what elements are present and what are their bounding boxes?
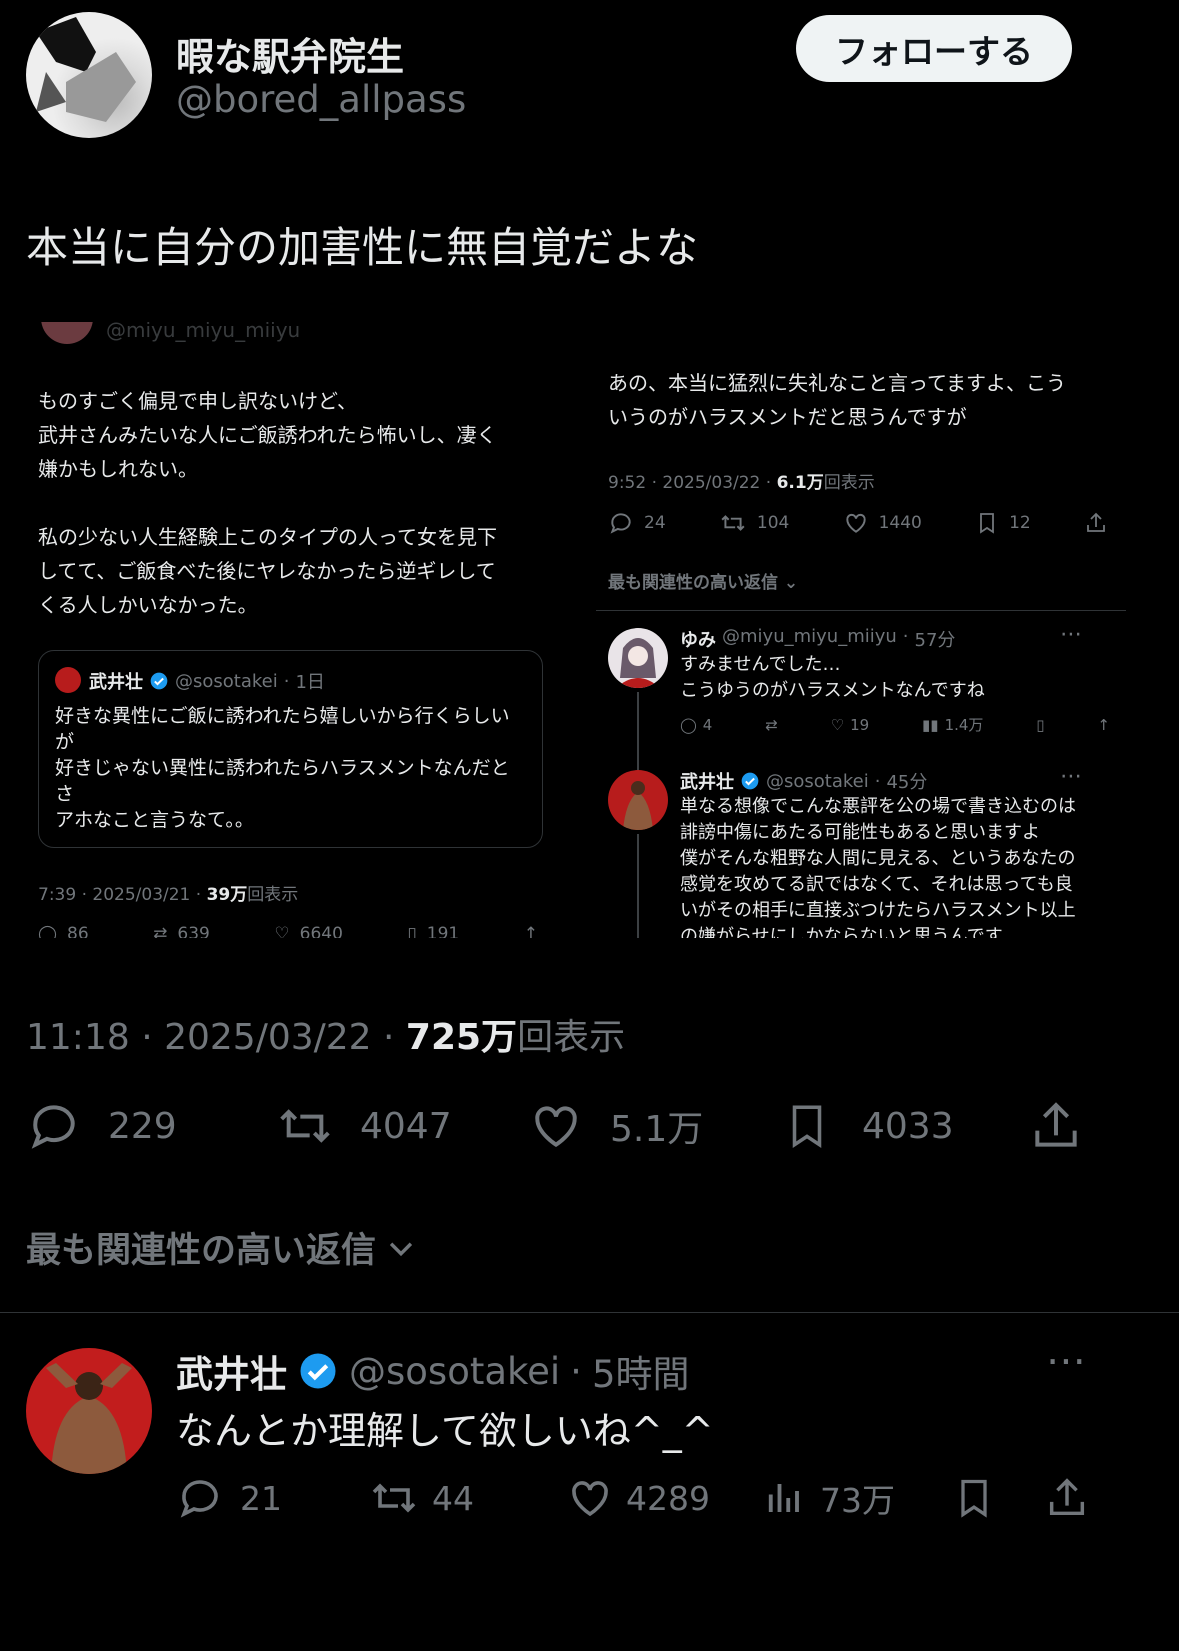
reply-avatar[interactable] [26, 1348, 152, 1474]
quote-time: 1日 [295, 672, 325, 693]
author-handle[interactable]: @bored_allpass [176, 78, 466, 121]
cut-handle: @miyu_miyu_miiyu [106, 322, 301, 342]
reply-views-button[interactable]: 73万 [762, 1474, 895, 1522]
share-icon [1084, 510, 1108, 536]
reply-button[interactable]: 229 [26, 1098, 177, 1154]
attached-image-right[interactable]: あの、本当に猛烈に失礼なこと言ってますよ、こう いうのがハラスメントだと思うんで… [596, 322, 1126, 938]
verified-icon [740, 771, 760, 791]
reply-actions: 21 44 4289 73万 [176, 1474, 1092, 1526]
like-icon [572, 1481, 608, 1517]
quote-name: 武井壮 [89, 672, 143, 693]
reply-icon: ◯ [680, 715, 697, 734]
more-options-icon[interactable]: ⋯ [1046, 1338, 1088, 1384]
author-name[interactable]: 暇な駅弁院生 [176, 26, 404, 81]
verified-icon [297, 1350, 339, 1392]
share-icon: ↑ [523, 924, 538, 938]
like-icon: ♡ [830, 715, 845, 734]
reply1-handle: @miyu_miyu_miiyu [722, 626, 897, 647]
right-actions: 24 104 1440 12 [608, 510, 1108, 536]
tweet-actions: 229 4047 5.1万 4033 [26, 1098, 1086, 1158]
left-meta: 7:39 · 2025/03/21 · 39万回表示 [38, 885, 299, 905]
right-meta: 9:52 · 2025/03/22 · 6.1万回表示 [608, 473, 875, 493]
retweet-icon: ⇄ [765, 715, 778, 734]
bookmark-icon [792, 1105, 822, 1149]
reply-handle[interactable]: @sosotakei [349, 1350, 560, 1393]
reply2-name: 武井壮 [680, 772, 734, 793]
retweet-icon [280, 1109, 330, 1143]
views-icon [768, 1484, 799, 1512]
share-icon: ↑ [1097, 715, 1110, 734]
quoted-tweet[interactable]: 武井壮 @sosotakei · 1日 好きな異性にご飯に誘われたら嬉しいから行… [38, 650, 543, 848]
left-actions: ◯ 86 ⇄ 639 ♡ 6640 ▯ 191 ↑ [38, 924, 538, 938]
reply-author-name[interactable]: 武井壮 [176, 1344, 287, 1398]
right-divider [596, 610, 1126, 611]
reply-reply-button[interactable]: 21 [176, 1474, 282, 1522]
sort-selector[interactable]: 最も関連性の高い返信 [26, 1222, 418, 1273]
reply-icon [31, 1105, 75, 1149]
like-icon [535, 1106, 577, 1148]
bookmark-button[interactable]: 4033 [782, 1098, 954, 1154]
reply-icon [608, 510, 634, 536]
quote-handle: @sosotakei [175, 670, 278, 692]
reply-icon: ◯ [38, 924, 58, 938]
share-button[interactable] [1028, 1098, 1084, 1154]
tweet-text: 本当に自分の加害性に無自覚だよな [26, 223, 699, 272]
quote-text: 好きな異性にご飯に誘われたら嬉しいから行くらしい が 好きじゃない異性に誘われた… [55, 705, 510, 831]
reply1-thread-line [637, 692, 639, 772]
share-icon [1035, 1102, 1077, 1147]
right-sort-label[interactable]: 最も関連性の高い返信 ⌄ [608, 568, 798, 593]
like-icon: ♡ [274, 924, 290, 938]
retweet-button[interactable]: 4047 [274, 1098, 452, 1154]
reply2-avatar[interactable] [608, 770, 668, 830]
reply1-time: 57分 [914, 630, 956, 651]
retweet-icon: ⇄ [153, 924, 168, 938]
left-text: ものすごく偏見で申し訳ないけど、 武井さんみたいな人にご飯誘われたら怖いし、凄く… [38, 389, 497, 617]
reply1-name: ゆみ [680, 630, 716, 651]
view-count: 725万 [405, 1017, 518, 1058]
reply2-time: 45分 [886, 772, 928, 793]
reply-retweet-button[interactable]: 44 [368, 1474, 474, 1522]
like-button[interactable]: 5.1万 [528, 1098, 703, 1154]
attached-image-left[interactable]: @miyu_miyu_miiyu ものすごく偏見で申し訳ないけど、 武井さんみた… [26, 322, 566, 938]
reply1-more-icon[interactable]: ⋯ [1060, 622, 1084, 647]
retweet-icon [372, 1483, 416, 1513]
reply1-avatar[interactable] [608, 628, 668, 688]
divider [0, 1312, 1179, 1313]
reply-icon [180, 1480, 218, 1518]
follow-button[interactable]: フォローする [796, 15, 1072, 82]
reply2-more-icon[interactable]: ⋯ [1060, 764, 1084, 789]
share-icon [1049, 1478, 1085, 1516]
reply2-thread-line [637, 834, 639, 938]
reply1-text: すみませんでした… こうゆうのがハラスメントなんですね [680, 654, 985, 701]
author-avatar[interactable] [26, 12, 152, 138]
reply2-text: 単なる想像でこんな悪評を公の場で書き込むのは 誹謗中傷にあたる可能性もあると思い… [680, 796, 1076, 938]
reply-like-button[interactable]: 4289 [566, 1474, 710, 1522]
reply1-actions: ◯ 4 ⇄ ♡ 19 ▮▮ 1.4万 ▯ ↑ [680, 715, 1110, 735]
views-icon: ▮▮ [922, 715, 939, 734]
like-icon [843, 510, 869, 536]
verified-icon [149, 671, 169, 691]
retweet-icon [719, 510, 747, 536]
reply-text: なんとか理解して欲しいね^_^ [176, 1409, 714, 1453]
right-text: あの、本当に猛烈に失礼なこと言ってますよ、こう いうのがハラスメントだと思うんで… [608, 371, 1066, 429]
chevron-down-icon [389, 1242, 413, 1256]
bookmark-icon: ▯ [407, 924, 417, 938]
bookmark-icon: ▯ [1036, 715, 1045, 734]
reply-bookmark-button[interactable] [952, 1474, 996, 1522]
tweet-meta: 11:18 · 2025/03/22 · 725万回表示 [26, 1017, 626, 1058]
cut-avatar [41, 322, 93, 344]
bookmark-icon [975, 510, 999, 536]
reply-share-button[interactable] [1044, 1474, 1090, 1522]
reply-time: 5時間 [591, 1353, 690, 1396]
quote-avatar [55, 667, 81, 693]
reply2-handle: @sosotakei [766, 770, 869, 792]
bookmark-icon [961, 1479, 987, 1518]
